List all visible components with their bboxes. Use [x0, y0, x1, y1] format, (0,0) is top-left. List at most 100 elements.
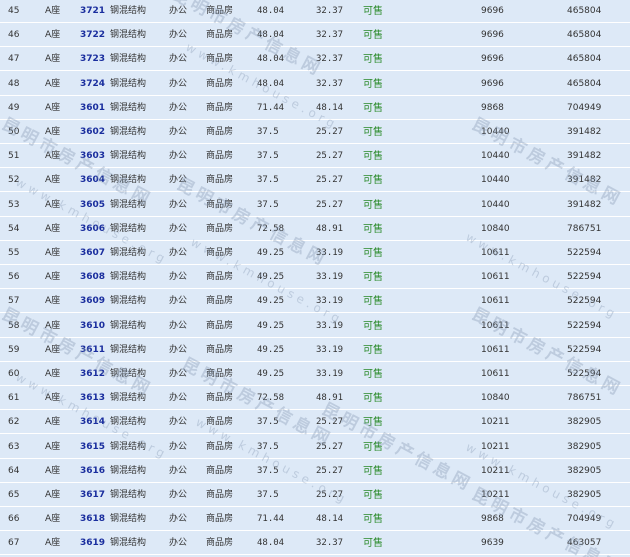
usage-type: 办公	[169, 441, 188, 452]
row-index: 55	[8, 248, 20, 258]
inner-area: 33.19	[316, 344, 344, 355]
row-index: 57	[8, 296, 20, 307]
unit-price: 10211	[481, 490, 510, 500]
structure-type: 钢混结构	[110, 393, 147, 404]
room-number-link[interactable]: 3722	[80, 24, 105, 47]
building-area: 48.04	[257, 30, 285, 41]
usage-type: 办公	[169, 78, 188, 89]
room-number-link[interactable]: 3605	[80, 194, 105, 217]
structure-type: 钢混结构	[110, 320, 147, 331]
total-price: 391482	[567, 127, 602, 137]
room-number-link[interactable]: 3724	[80, 73, 105, 96]
row-index: 63	[8, 441, 20, 452]
usage-type: 办公	[169, 369, 188, 379]
building-area: 48.04	[257, 78, 285, 89]
sale-status: 可售	[363, 490, 383, 501]
unit-listing-table: 45 A座 3721 钢混结构 办公 商品房 48.04 32.37 可售 9696 465804 4…	[0, 0, 630, 557]
building-area: 48.04	[257, 538, 285, 549]
sale-status: 可售	[363, 538, 383, 550]
building-area: 72.58	[257, 393, 285, 404]
usage-type: 办公	[169, 393, 188, 404]
table-row: 45 A座 3721 钢混结构 办公 商品房 48.04 32.37 可售 9696 465804	[0, 0, 630, 23]
sale-status: 可售	[363, 30, 383, 42]
building-label: A座	[45, 417, 61, 428]
property-type: 商品房	[206, 6, 234, 16]
table-row: 65 A座 3617 钢混结构 办公 商品房 37.5 25.27 可售 10211 382905	[0, 484, 630, 507]
room-number-link[interactable]: 3609	[80, 290, 105, 313]
room-number-link[interactable]: 3601	[80, 97, 105, 120]
structure-type: 钢混结构	[110, 272, 147, 283]
total-price: 463057	[567, 538, 602, 549]
room-number-link[interactable]: 3723	[80, 48, 105, 71]
table-row: 52 A座 3604 钢混结构 办公 商品房 37.5 25.27 可售 10440 391482	[0, 169, 630, 193]
room-number-link[interactable]: 3602	[80, 121, 105, 144]
building-label: A座	[45, 102, 61, 113]
total-price: 786751	[567, 223, 602, 234]
building-area: 37.5	[257, 417, 279, 428]
property-type: 商品房	[206, 538, 234, 549]
table-row: 59 A座 3611 钢混结构 办公 商品房 49.25 33.19 可售 10611 522594	[0, 339, 630, 362]
room-number-link[interactable]: 3606	[80, 218, 105, 241]
room-number-link[interactable]: 3616	[80, 460, 105, 483]
inner-area: 25.27	[316, 465, 344, 476]
inner-area: 48.91	[316, 393, 344, 404]
usage-type: 办公	[169, 465, 188, 476]
total-price: 465804	[567, 6, 602, 16]
table-row: 61 A座 3613 钢混结构 办公 商品房 72.58 48.91 可售 10840 786751	[0, 387, 630, 411]
structure-type: 钢混结构	[110, 248, 147, 258]
total-price: 522594	[567, 296, 602, 307]
building-label: A座	[45, 465, 61, 476]
property-type: 商品房	[206, 199, 234, 210]
room-number-link[interactable]: 3604	[80, 169, 105, 192]
room-number-link[interactable]: 3619	[80, 532, 105, 555]
room-number-link[interactable]: 3611	[80, 339, 105, 362]
room-number-link[interactable]: 3617	[80, 484, 105, 507]
table-row: 47 A座 3723 钢混结构 办公 商品房 48.04 32.37 可售 9696 465804	[0, 48, 630, 72]
structure-type: 钢混结构	[110, 417, 147, 428]
usage-type: 办公	[169, 248, 188, 258]
row-index: 49	[8, 102, 20, 113]
building-label: A座	[45, 78, 61, 89]
room-number-link[interactable]: 3603	[80, 145, 105, 168]
building-label: A座	[45, 248, 61, 258]
room-number-link[interactable]: 3607	[80, 242, 105, 265]
building-label: A座	[45, 296, 61, 307]
structure-type: 钢混结构	[110, 490, 147, 500]
room-number-link[interactable]: 3610	[80, 315, 105, 338]
room-number-link[interactable]: 3721	[80, 0, 105, 23]
table-row: 55 A座 3607 钢混结构 办公 商品房 49.25 33.19 可售 10611 522594	[0, 242, 630, 265]
room-number-link[interactable]: 3613	[80, 387, 105, 410]
usage-type: 办公	[169, 320, 188, 331]
inner-area: 33.19	[316, 320, 344, 331]
room-number-link[interactable]: 3615	[80, 436, 105, 459]
inner-area: 48.91	[316, 223, 344, 234]
inner-area: 32.37	[316, 78, 344, 89]
building-label: A座	[45, 223, 61, 234]
table-row: 63 A座 3615 钢混结构 办公 商品房 37.5 25.27 可售 10211 382905	[0, 436, 630, 459]
total-price: 391482	[567, 151, 602, 162]
room-number-link[interactable]: 3612	[80, 363, 105, 386]
inner-area: 25.27	[316, 490, 344, 500]
room-number-link[interactable]: 3618	[80, 508, 105, 531]
usage-type: 办公	[169, 514, 188, 525]
table-row: 66 A座 3618 钢混结构 办公 商品房 71.44 48.14 可售 9868 704949	[0, 508, 630, 532]
building-area: 49.25	[257, 320, 285, 331]
inner-area: 25.27	[316, 151, 344, 162]
total-price: 382905	[567, 465, 602, 476]
room-number-link[interactable]: 3614	[80, 411, 105, 434]
building-label: A座	[45, 175, 61, 186]
structure-type: 钢混结构	[110, 78, 147, 89]
building-label: A座	[45, 151, 61, 162]
sale-status: 可售	[363, 320, 383, 332]
sale-status: 可售	[363, 223, 383, 235]
total-price: 382905	[567, 417, 602, 428]
building-label: A座	[45, 514, 61, 525]
usage-type: 办公	[169, 127, 188, 137]
usage-type: 办公	[169, 272, 188, 283]
unit-price: 9696	[481, 30, 504, 41]
structure-type: 钢混结构	[110, 369, 147, 379]
table-row: 48 A座 3724 钢混结构 办公 商品房 48.04 32.37 可售 9696 465804	[0, 73, 630, 96]
table-row: 57 A座 3609 钢混结构 办公 商品房 49.25 33.19 可售 10611 522594	[0, 290, 630, 314]
room-number-link[interactable]: 3608	[80, 266, 105, 289]
property-type: 商品房	[206, 417, 234, 428]
